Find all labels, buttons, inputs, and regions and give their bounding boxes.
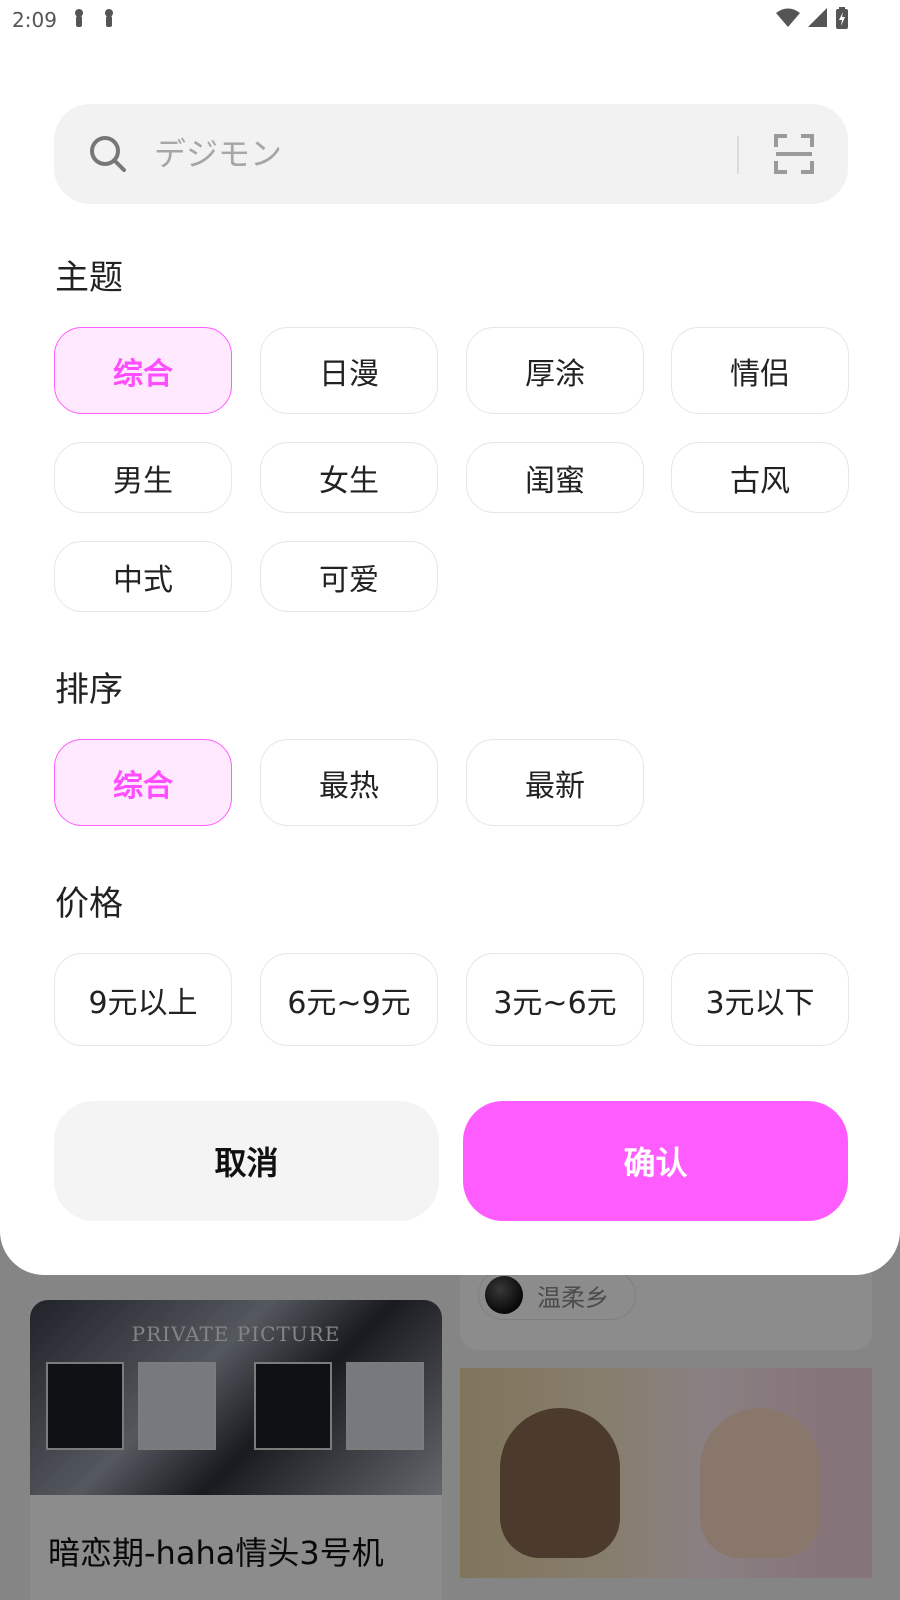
search-divider [737,136,739,174]
notification-icon [71,8,87,33]
theme-chip[interactable]: 男生 [54,442,232,513]
theme-chip[interactable]: 情侣 [671,327,849,414]
section-title-price: 价格 [55,884,123,924]
search-input[interactable] [154,128,714,180]
sort-chip-new[interactable]: 最新 [466,739,644,826]
search-bar[interactable] [54,104,848,204]
status-time: 2:09 [12,8,57,32]
theme-chip[interactable]: 可爱 [260,541,438,612]
theme-chip[interactable]: 古风 [671,442,849,513]
scan-icon[interactable] [774,134,814,174]
price-chip[interactable]: 9元以上 [54,953,232,1046]
theme-chip-all[interactable]: 综合 [54,327,232,414]
price-chip[interactable]: 6元~9元 [260,953,438,1046]
theme-chip[interactable]: 厚涂 [466,327,644,414]
theme-chip[interactable]: 日漫 [260,327,438,414]
section-title-theme: 主题 [55,258,123,298]
signal-icon [808,7,828,33]
sort-chip-hot[interactable]: 最热 [260,739,438,826]
theme-chip[interactable]: 中式 [54,541,232,612]
theme-chip[interactable]: 闺蜜 [466,442,644,513]
sort-chip-all[interactable]: 综合 [54,739,232,826]
price-chip[interactable]: 3元~6元 [466,953,644,1046]
wifi-icon [776,8,800,33]
cancel-button[interactable]: 取消 [54,1101,439,1221]
section-title-sort: 排序 [55,670,123,710]
theme-chip[interactable]: 女生 [260,442,438,513]
search-icon [88,134,128,174]
battery-icon [836,6,848,34]
confirm-button[interactable]: 确认 [463,1101,848,1221]
filter-sheet: 2:09 主题 综 [0,0,900,1275]
price-chip[interactable]: 3元以下 [671,953,849,1046]
status-bar: 2:09 [0,0,900,40]
notification-icon [101,8,117,33]
